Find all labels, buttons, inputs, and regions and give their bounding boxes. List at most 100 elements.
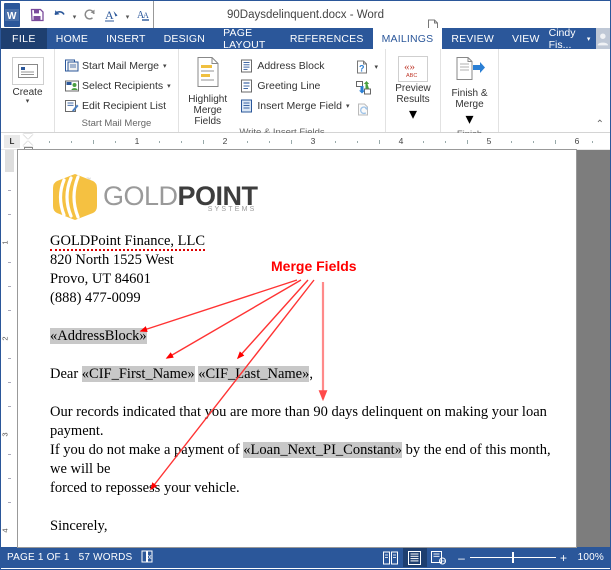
svg-text:«»: «»: [404, 61, 415, 73]
finish-and-merge-label: Finish & Merge: [451, 88, 487, 110]
start-mail-merge-button[interactable]: Start Mail Merge ▾: [60, 56, 174, 75]
tab-view[interactable]: VIEW: [503, 28, 549, 49]
envelope-icon: [12, 57, 44, 85]
chevron-down-icon[interactable]: ▾: [159, 62, 167, 70]
ribbon-group-create-label: [1, 129, 54, 132]
chevron-down-icon[interactable]: ▾: [587, 35, 597, 43]
ruler-number-6: 6: [575, 136, 580, 146]
chevron-down-icon[interactable]: ▾: [409, 104, 417, 124]
zoom-control[interactable]: – + 100%: [451, 551, 604, 565]
match-fields-button[interactable]: [356, 78, 378, 97]
address-line-1: GOLDPoint Finance, LLC: [50, 232, 560, 251]
ruler-track: 1 2 3 4 5 6: [29, 136, 604, 148]
document-page[interactable]: ™ GOLDPOINT SYSTEMS GOLDPoint Finance, L…: [18, 150, 576, 547]
select-recipients-label: Select Recipients: [80, 80, 163, 92]
web-layout-icon[interactable]: [427, 548, 451, 567]
ribbon-group-start-mail-merge-label: Start Mail Merge: [55, 118, 178, 132]
zoom-slider-thumb[interactable]: [512, 552, 514, 563]
highlight-merge-fields-button[interactable]: Highlight Merge Fields: [184, 54, 231, 127]
ribbon-group-finish: Finish & Merge ▾ Finish: [441, 49, 499, 132]
insert-merge-field-label: Insert Merge Field: [255, 100, 342, 112]
goldpoint-logo-mark-icon: ™: [50, 172, 100, 222]
tab-design[interactable]: DESIGN: [155, 28, 214, 49]
chevron-down-icon[interactable]: ▾: [163, 82, 171, 90]
finish-and-merge-button[interactable]: Finish & Merge ▾: [446, 54, 493, 129]
start-mail-merge-label: Start Mail Merge: [80, 60, 159, 72]
address-block-icon: [238, 59, 255, 73]
greeting-line-icon: [238, 79, 255, 93]
tab-stop-selector[interactable]: L: [4, 135, 20, 148]
svg-text:A: A: [105, 8, 114, 22]
print-layout-icon[interactable]: [403, 548, 427, 567]
address-block-button[interactable]: Address Block: [235, 56, 352, 75]
tab-references[interactable]: REFERENCES: [281, 28, 373, 49]
status-bar: PAGE 1 OF 1 57 WORDS x – + 100%: [1, 547, 610, 568]
chevron-down-icon[interactable]: ▾: [342, 102, 350, 110]
merge-field-payment[interactable]: «Loan_Next_PI_Constant»: [243, 442, 402, 458]
select-recipients-icon: [63, 79, 80, 93]
text-highlight-icon[interactable]: AA: [132, 4, 154, 26]
greeting-line-label: Greeting Line: [255, 80, 320, 92]
tab-mailings[interactable]: MAILINGS: [373, 28, 443, 49]
save-icon[interactable]: [26, 4, 48, 26]
user-account-area: Cindy Fis... ▾: [549, 28, 610, 49]
redo-icon[interactable]: [79, 4, 101, 26]
merge-field-address-block[interactable]: «AddressBlock»: [50, 328, 147, 344]
address-block-label: Address Block: [255, 60, 324, 72]
zoom-in-button[interactable]: +: [559, 551, 569, 565]
create-button-label: Create: [12, 87, 42, 98]
ribbon-tabs: FILE HOME INSERT DESIGN PAGE LAYOUT REFE…: [1, 28, 610, 49]
ruler-number-1: 1: [135, 136, 140, 146]
vertical-ruler-number-4: 4: [1, 528, 10, 532]
select-recipients-button[interactable]: Select Recipients ▾: [60, 76, 174, 95]
autoformat-dropdown-icon[interactable]: ▾: [123, 4, 132, 26]
greeting-line-button[interactable]: Greeting Line: [235, 76, 352, 95]
merge-field-last-name[interactable]: «CIF_Last_Name»: [198, 366, 309, 382]
edit-recipient-list-button[interactable]: Edit Recipient List: [60, 96, 174, 115]
chevron-down-icon[interactable]: ▾: [465, 109, 473, 129]
ribbon-group-create: Create ▾: [1, 49, 55, 132]
insert-merge-field-icon: [238, 99, 255, 113]
tab-file[interactable]: FILE: [1, 28, 47, 49]
create-button[interactable]: Create ▾: [6, 54, 49, 105]
autoformat-icon[interactable]: A: [101, 4, 123, 26]
salutation-prefix: Dear: [50, 366, 82, 382]
merge-field-first-name[interactable]: «CIF_First_Name»: [82, 366, 195, 382]
zoom-level-label[interactable]: 100%: [572, 552, 604, 563]
collapse-ribbon-icon[interactable]: ⌃: [596, 119, 604, 130]
edit-recipient-list-label: Edit Recipient List: [80, 100, 166, 112]
ribbon-group-preview-results-label: [386, 129, 440, 132]
document-body[interactable]: GOLDPoint Finance, LLC 820 North 1525 We…: [50, 232, 560, 547]
tab-review[interactable]: REVIEW: [442, 28, 503, 49]
undo-icon[interactable]: [48, 4, 70, 26]
ribbon: Create ▾ Start Mail Merge ▾: [1, 49, 610, 133]
avatar[interactable]: [596, 28, 610, 49]
read-mode-icon[interactable]: [379, 548, 403, 567]
zoom-out-button[interactable]: –: [457, 551, 467, 565]
tab-home[interactable]: HOME: [47, 28, 97, 49]
address-line-4: (888) 477-0099: [50, 289, 560, 308]
page-indicator[interactable]: PAGE 1 OF 1: [7, 552, 79, 563]
vertical-ruler-number-3: 3: [1, 432, 10, 436]
chevron-down-icon[interactable]: ▾: [371, 63, 378, 71]
undo-dropdown-icon[interactable]: ▾: [70, 4, 79, 26]
preview-results-button[interactable]: «»ABC Preview Results ▾: [391, 54, 435, 124]
document-workspace: 1 2 3 4 ™: [1, 150, 610, 547]
update-labels-button[interactable]: [356, 99, 378, 118]
user-name-label[interactable]: Cindy Fis...: [549, 27, 587, 51]
tab-page-layout[interactable]: PAGE LAYOUT: [214, 28, 281, 49]
vertical-ruler-number-1: 1: [1, 240, 10, 244]
goldpoint-logo-text: GOLDPOINT SYSTEMS: [103, 182, 258, 213]
horizontal-ruler[interactable]: L 1 2 3 4 5 6: [1, 133, 610, 150]
rules-button[interactable]: ? ▾: [356, 57, 378, 76]
tab-insert[interactable]: INSERT: [97, 28, 155, 49]
word-window: W ▾ A ▾ AA: [0, 0, 611, 570]
word-count[interactable]: 57 WORDS: [79, 552, 142, 563]
proofing-errors-icon[interactable]: x: [141, 550, 164, 566]
chevron-down-icon[interactable]: ▾: [26, 98, 30, 105]
ribbon-group-start-mail-merge: Start Mail Merge ▾ Select Recipients ▾: [55, 49, 179, 132]
zoom-slider[interactable]: [470, 557, 556, 558]
preview-results-label: Preview Results: [395, 83, 431, 105]
vertical-ruler[interactable]: 1 2 3 4: [1, 150, 18, 547]
insert-merge-field-button[interactable]: Insert Merge Field ▾: [235, 96, 352, 115]
